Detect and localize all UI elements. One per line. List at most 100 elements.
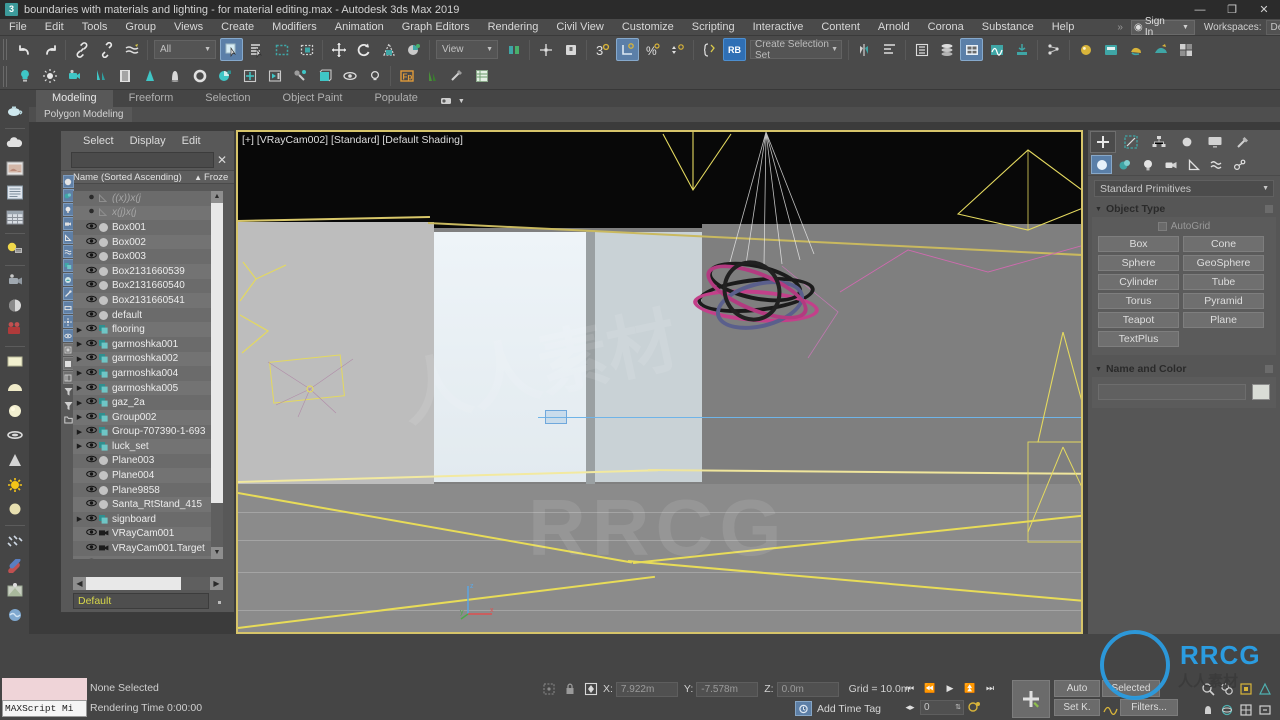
visibility-eye-icon[interactable]	[84, 412, 98, 423]
menu-customize[interactable]: Customize	[613, 19, 683, 36]
minimize-button[interactable]: —	[1184, 0, 1216, 19]
camera-icon[interactable]	[63, 65, 86, 88]
set-key-button[interactable]: Set K.	[1054, 699, 1100, 716]
menu-tools[interactable]: Tools	[73, 19, 117, 36]
select-link-icon[interactable]	[70, 38, 93, 61]
maxscript-output-pane[interactable]	[2, 678, 87, 700]
explorer-row[interactable]: ▶ gaz_2a	[73, 395, 211, 410]
sunlight-icon[interactable]	[38, 65, 61, 88]
scroll-down-icon[interactable]: ▼	[211, 547, 223, 559]
auto-key-button[interactable]: Auto	[1054, 680, 1100, 697]
container-icon[interactable]	[63, 413, 74, 426]
filter-frozen-icon[interactable]	[62, 301, 74, 314]
placement-icon[interactable]	[402, 38, 425, 61]
pin-icon[interactable]	[1265, 365, 1273, 373]
bind-space-warp-icon[interactable]	[120, 38, 143, 61]
menu-views[interactable]: Views	[165, 19, 212, 36]
ribbon-tab-object-paint[interactable]: Object Paint	[267, 90, 359, 107]
rendered-frame-icon[interactable]	[1124, 38, 1147, 61]
explorer-row[interactable]: Plane9858	[73, 483, 211, 498]
expand-triangle-icon[interactable]: ▶	[75, 326, 84, 334]
filter-geometry-icon[interactable]	[62, 175, 74, 188]
select-rotate-icon[interactable]	[352, 38, 375, 61]
scatter-icon[interactable]	[2, 579, 27, 603]
snaps-toggle-icon[interactable]: 3	[591, 38, 614, 61]
display-tab[interactable]	[1202, 131, 1228, 153]
visibility-eye-icon[interactable]	[84, 193, 98, 204]
motion-tab[interactable]	[1174, 131, 1200, 153]
particle-view-icon[interactable]	[1042, 38, 1065, 61]
filter-bones-icon[interactable]	[62, 287, 74, 300]
bell-icon[interactable]	[163, 65, 186, 88]
layer-explorer-icon[interactable]	[910, 38, 933, 61]
explorer-row[interactable]: Box2131660541	[73, 293, 211, 308]
layers-list-icon[interactable]	[2, 181, 27, 205]
explorer-row[interactable]: ▶ garmoshka001	[73, 337, 211, 352]
primitive-category-select[interactable]: Standard Primitives ▼	[1094, 180, 1274, 197]
filter-helpers-icon[interactable]	[62, 231, 74, 244]
visibility-eye-icon[interactable]	[84, 470, 98, 481]
explorer-row[interactable]: VRayCam002	[73, 555, 211, 559]
filter-objects-icon[interactable]	[62, 357, 74, 370]
mirror-icon[interactable]	[853, 38, 876, 61]
explorer-search-input[interactable]	[71, 152, 214, 168]
scroll-left-icon[interactable]: ◀	[73, 577, 86, 590]
spinner-snap-icon[interactable]	[666, 38, 689, 61]
align-icon[interactable]	[878, 38, 901, 61]
play-icon[interactable]	[263, 65, 286, 88]
menu-rendering[interactable]: Rendering	[479, 19, 548, 36]
select-move-icon[interactable]	[327, 38, 350, 61]
field-of-view-icon[interactable]	[1255, 679, 1274, 698]
menu-content[interactable]: Content	[812, 19, 869, 36]
active-shade-icon[interactable]	[1174, 38, 1197, 61]
explorer-row[interactable]: ▶ signboard	[73, 512, 211, 527]
explorer-row[interactable]: x(j)x(j	[73, 205, 211, 221]
cloud-icon[interactable]	[2, 132, 27, 156]
column-header-name[interactable]: Name (Sorted Ascending)	[73, 172, 182, 183]
select-by-name-icon[interactable]	[245, 38, 268, 61]
cross-icon[interactable]	[238, 65, 261, 88]
visibility-eye-icon[interactable]	[84, 339, 98, 350]
y-value[interactable]: -7.578m	[696, 681, 759, 697]
next-frame-icon[interactable]: ⏫	[960, 679, 980, 697]
explorer-menu-display[interactable]: Display	[122, 135, 174, 147]
scene-explorer-list[interactable]: ((x))x(j x(j)x(j Box001 Box002 Box003 Box2131…	[73, 191, 223, 559]
visibility-eye-icon[interactable]	[84, 383, 98, 394]
explorer-row[interactable]: VRayCam001	[73, 526, 211, 542]
visibility-eye-icon[interactable]	[84, 499, 98, 510]
edit-named-sets-icon[interactable]	[698, 38, 721, 61]
expand-triangle-icon[interactable]: ▶	[75, 369, 84, 377]
explorer-row[interactable]: Box003	[73, 249, 211, 264]
modify-tab[interactable]	[1118, 131, 1144, 153]
ribbon-display-options[interactable]: ▼	[434, 95, 471, 107]
render-setup-icon[interactable]	[1099, 38, 1122, 61]
menu-edit[interactable]: Edit	[36, 19, 73, 36]
explorer-row[interactable]: VRayCam001.Target	[73, 541, 211, 556]
maximize-button[interactable]: ❐	[1216, 0, 1248, 19]
camera-tools-icon[interactable]	[2, 269, 27, 293]
moon-icon[interactable]	[2, 293, 27, 317]
teapot-button[interactable]: Teapot	[1098, 312, 1179, 328]
z-value[interactable]: 0.0m	[776, 681, 839, 697]
maxscript-entry-field[interactable]: MAXScript Mi	[2, 700, 87, 717]
cylinder-button[interactable]: Cylinder	[1098, 274, 1179, 290]
teapot-icon[interactable]	[2, 100, 27, 124]
systems-subtab[interactable]	[1229, 155, 1250, 174]
menu-arnold[interactable]: Arnold	[869, 19, 919, 36]
filter-lights-icon[interactable]	[62, 203, 74, 216]
capsule-icon[interactable]	[2, 554, 27, 578]
scroll-thumb[interactable]	[211, 203, 223, 503]
visibility-eye-icon[interactable]	[84, 514, 98, 525]
menu-help[interactable]: Help	[1043, 19, 1084, 36]
explorer-row[interactable]: Box001	[73, 220, 211, 235]
torus-button[interactable]: Torus	[1098, 293, 1179, 309]
disc-light-icon[interactable]	[2, 424, 27, 448]
name-and-color-header[interactable]: ▼ Name and Color	[1092, 361, 1276, 377]
toolbar-grip[interactable]	[3, 65, 9, 87]
menu-create[interactable]: Create	[212, 19, 263, 36]
filter-layers-icon[interactable]	[62, 343, 74, 356]
sort-filter-icon[interactable]	[63, 385, 74, 398]
filter-cameras-icon[interactable]	[62, 217, 74, 230]
go-to-end-icon[interactable]: ⏭	[980, 679, 1000, 697]
menu-graph-editors[interactable]: Graph Editors	[393, 19, 479, 36]
